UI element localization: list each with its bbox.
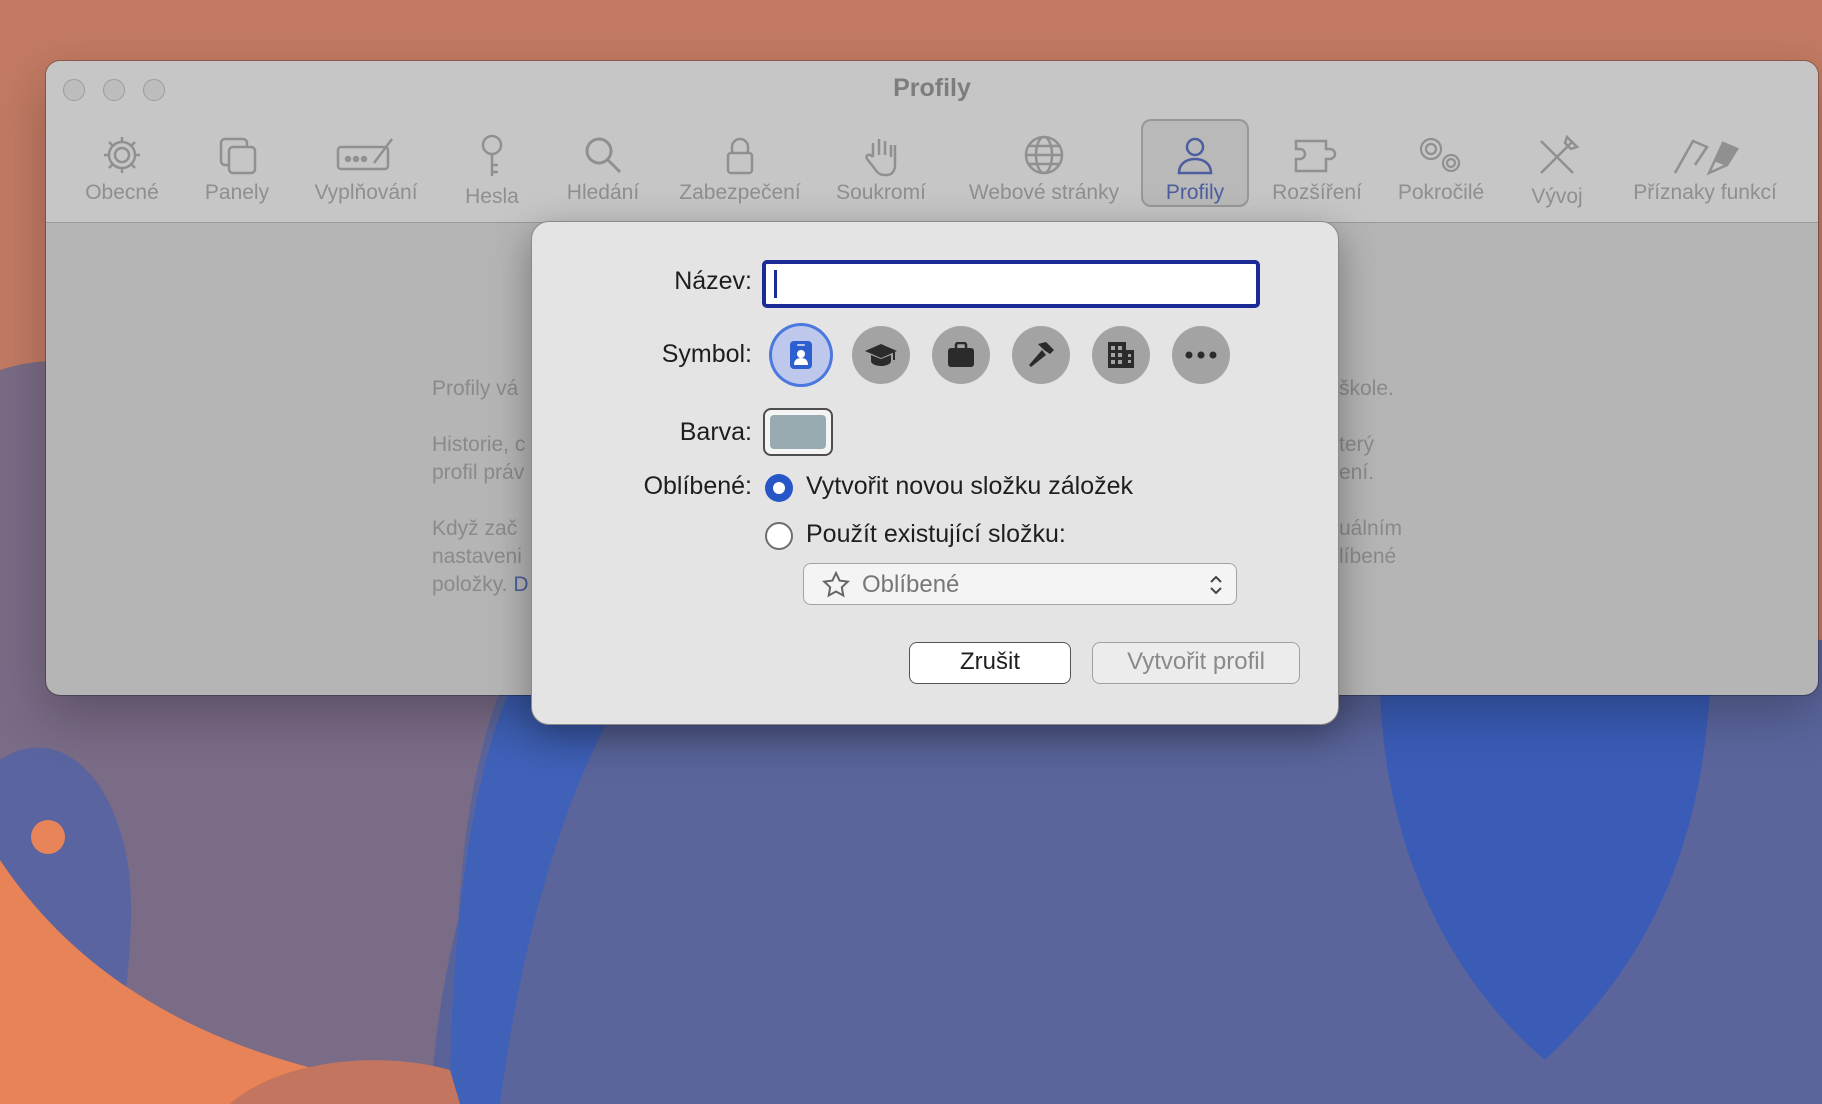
name-label: Název: xyxy=(674,267,752,295)
radio-existing-folder[interactable] xyxy=(765,522,793,550)
window-title: Profily xyxy=(893,74,971,102)
background-text: ení. xyxy=(1339,461,1375,484)
cancel-button[interactable]: Zrušit xyxy=(909,642,1071,684)
search-icon xyxy=(585,137,622,174)
color-swatch xyxy=(770,415,826,449)
tab-label: Obecné xyxy=(85,181,159,204)
flags-icon xyxy=(1673,139,1739,176)
background-text: uálním xyxy=(1339,517,1403,540)
tab-label: Pokročilé xyxy=(1397,181,1485,204)
key-icon xyxy=(481,134,503,176)
building-icon xyxy=(1108,342,1134,368)
profile-name-input[interactable] xyxy=(762,260,1260,308)
tab-zabezpeceni[interactable]: Zabezpečení xyxy=(672,121,808,209)
tab-priznaky-funkci[interactable]: Příznaky funkcí xyxy=(1616,121,1794,209)
background-text: profil práv xyxy=(432,461,525,484)
chevron-updown-icon xyxy=(1210,575,1222,595)
tab-profily[interactable]: Profily xyxy=(1141,119,1249,207)
tab-panely[interactable]: Panely xyxy=(196,121,278,209)
background-text: Historie, c xyxy=(432,433,526,456)
tab-pokrocile[interactable]: Pokročilé xyxy=(1386,121,1496,209)
background-text: terý xyxy=(1339,433,1375,456)
gears-icon xyxy=(1419,137,1461,173)
tab-label: Příznaky funkcí xyxy=(1633,181,1777,204)
tab-label: Webové stránky xyxy=(968,181,1120,204)
tab-label: Rozšíření xyxy=(1272,181,1362,204)
graduation-cap-icon xyxy=(865,344,897,366)
tab-label: Profily xyxy=(1165,181,1225,204)
briefcase-icon xyxy=(948,342,974,367)
create-profile-button[interactable]: Vytvořit profil xyxy=(1092,642,1300,684)
favorites-label: Oblíbené: xyxy=(643,472,752,500)
background-text: líbené xyxy=(1339,545,1397,568)
radio-new-folder-label: Vytvořit novou složku záložek xyxy=(806,472,1134,500)
globe-icon xyxy=(1024,135,1064,175)
person-badge-icon xyxy=(790,341,812,369)
tab-label: Hledání xyxy=(566,181,640,204)
hammer-icon xyxy=(1029,342,1054,367)
new-profile-dialog: Název: Symbol: Barva: Oblíbené: Vytvořit… xyxy=(531,221,1339,725)
radio-new-folder[interactable] xyxy=(765,474,793,502)
tab-label: Hesla xyxy=(465,185,519,208)
symbol-option-briefcase[interactable] xyxy=(932,326,990,384)
tab-label: Panely xyxy=(204,181,270,204)
tools-icon xyxy=(1540,134,1580,174)
tabs-icon xyxy=(219,137,257,175)
background-text-fragment: položky. xyxy=(432,573,508,596)
tab-rozsireni[interactable]: Rozšíření xyxy=(1264,121,1370,209)
gear-icon xyxy=(104,137,140,173)
person-icon xyxy=(1177,137,1213,175)
text-caret xyxy=(774,270,777,298)
background-text: Profily vá xyxy=(432,377,519,400)
color-well[interactable] xyxy=(763,408,833,456)
background-text: škole. xyxy=(1339,377,1394,400)
symbol-label: Symbol: xyxy=(661,340,752,368)
radio-existing-folder-label: Použít existující složku: xyxy=(806,520,1066,548)
tab-hesla[interactable]: Hesla xyxy=(456,121,528,209)
color-label: Barva: xyxy=(679,418,752,446)
star-icon xyxy=(822,571,850,598)
folder-popup-value: Oblíbené xyxy=(862,571,960,598)
hand-icon xyxy=(865,139,897,177)
tab-label: Soukromí xyxy=(836,181,926,204)
tab-label: Vyplňování xyxy=(314,181,418,204)
symbol-option-more[interactable] xyxy=(1172,326,1230,384)
symbol-option-building[interactable] xyxy=(1092,326,1150,384)
tab-soukromi[interactable]: Soukromí xyxy=(830,121,932,209)
folder-popup-button[interactable]: Oblíbené xyxy=(803,563,1237,605)
tab-label: Vývoj xyxy=(1531,185,1583,208)
background-link[interactable]: D xyxy=(513,573,528,596)
preferences-toolbar: Obecné Panely Vyplňování Hesla Hledání Z… xyxy=(46,119,1818,221)
symbol-option-hammer[interactable] xyxy=(1012,326,1070,384)
more-icon xyxy=(1185,351,1217,359)
background-text: Když zač xyxy=(432,517,518,540)
tab-vyvoj[interactable]: Vývoj xyxy=(1520,121,1594,209)
tab-obecne[interactable]: Obecné xyxy=(76,121,168,209)
background-text: nastaveni xyxy=(432,545,522,568)
tab-webove-stranky[interactable]: Webové stránky xyxy=(956,121,1132,209)
background-text: položky. D xyxy=(432,571,529,599)
autofill-icon xyxy=(336,138,393,171)
tab-vyplnovani[interactable]: Vyplňování xyxy=(306,121,426,209)
symbol-option-person-badge[interactable] xyxy=(772,326,830,384)
tab-label: Zabezpečení xyxy=(679,181,801,204)
lock-icon xyxy=(726,137,754,175)
tab-hledani[interactable]: Hledání xyxy=(558,121,648,209)
puzzle-icon xyxy=(1294,139,1337,173)
symbol-option-graduation-cap[interactable] xyxy=(852,326,910,384)
window-titlebar: Profily Obecné Panely Vyplňování Hesla H… xyxy=(46,61,1818,223)
